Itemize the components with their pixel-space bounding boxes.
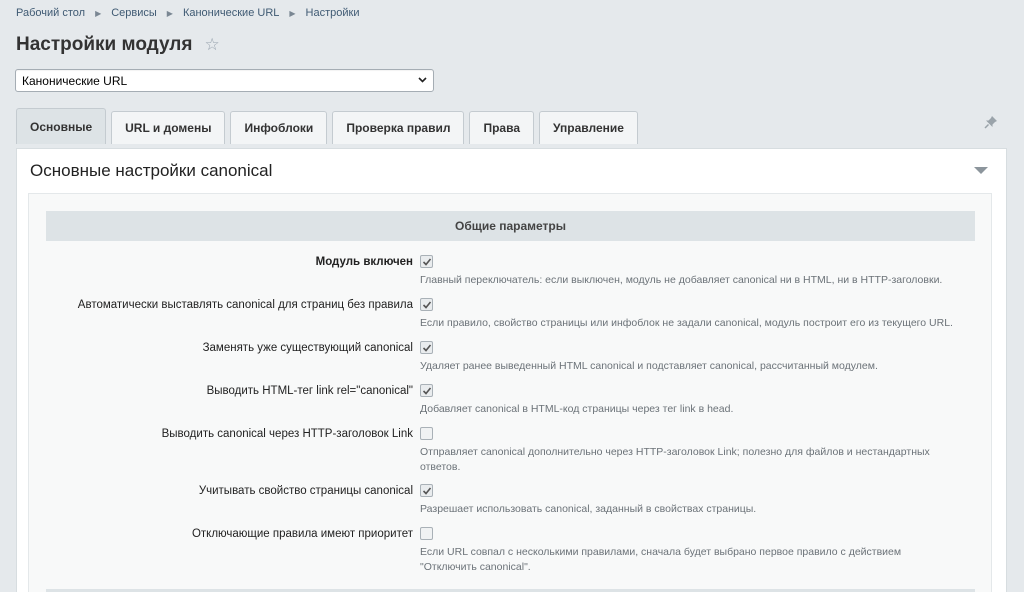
setting-hint: Главный переключатель: если выключен, мо…: [420, 274, 943, 286]
page-title-wrap: Настройки модуля ☆: [16, 34, 220, 56]
setting-hint: Добавляет canonical в HTML-код страницы …: [420, 403, 734, 415]
setting-label: Выводить HTML-тег link rel="canonical": [206, 385, 413, 397]
setting-label: Отключающие правила имеют приоритет: [191, 528, 413, 540]
checkmark-icon: [422, 343, 431, 352]
breadcrumb-separator-icon: ▶: [95, 8, 102, 18]
tab-rights[interactable]: Права: [469, 111, 534, 144]
setting-hint: Отправляет canonical дополнительно через…: [420, 446, 930, 473]
chevron-down-icon: [418, 75, 427, 86]
checkmark-icon: [422, 300, 431, 309]
setting-hint: Удаляет ранее выведенный HTML canonical …: [420, 360, 878, 372]
pin-icon[interactable]: [983, 114, 999, 130]
tab-rule-check[interactable]: Проверка правил: [332, 111, 465, 144]
page-title: Настройки модуля: [16, 34, 193, 55]
settings-section: Общие параметры Модуль включен Главный п…: [28, 193, 992, 592]
breadcrumb-settings[interactable]: Настройки: [306, 7, 360, 19]
breadcrumb-separator-icon: ▶: [166, 8, 173, 18]
setting-checkbox[interactable]: [420, 527, 433, 540]
setting-checkbox[interactable]: [420, 484, 433, 497]
tab-url-domains[interactable]: URL и домены: [111, 111, 226, 144]
checkmark-icon: [422, 386, 431, 395]
breadcrumb-separator-icon: ▶: [289, 8, 296, 18]
module-select[interactable]: Канонические URL: [15, 69, 434, 92]
module-select-value: Канонические URL: [22, 73, 128, 88]
setting-label: Автоматически выставлять canonical для с…: [77, 299, 413, 311]
breadcrumb-canonical-url[interactable]: Канонические URL: [183, 7, 279, 19]
checkmark-icon: [422, 486, 431, 495]
tab-management[interactable]: Управление: [539, 111, 638, 144]
tab-iblocks[interactable]: Инфоблоки: [230, 111, 328, 144]
setting-label: Заменять уже существующий canonical: [202, 342, 413, 354]
setting-hint: Если URL совпал с несколькими правилами,…: [420, 546, 902, 573]
breadcrumb-desktop[interactable]: Рабочий стол: [16, 7, 85, 19]
panel-title: Основные настройки canonical: [30, 161, 273, 180]
breadcrumb: Рабочий стол ▶ Сервисы ▶ Канонические UR…: [16, 7, 359, 19]
triangle-down-icon[interactable]: [974, 167, 988, 174]
section-header: Общие параметры: [46, 211, 975, 241]
setting-hint: Разрешает использовать canonical, заданн…: [420, 503, 757, 515]
setting-checkbox[interactable]: [420, 384, 433, 397]
tab-bar: Основные URL и домены Инфоблоки Проверка…: [16, 108, 643, 144]
setting-hint: Если правило, свойство страницы или инфо…: [420, 317, 953, 329]
breadcrumb-services[interactable]: Сервисы: [111, 7, 157, 19]
setting-label: Учитывать свойство страницы canonical: [198, 485, 413, 497]
setting-label: Выводить canonical через HTTP-заголовок …: [161, 428, 413, 440]
tab-main[interactable]: Основные: [16, 108, 107, 144]
settings-panel: Основные настройки canonical Общие парам…: [16, 148, 1007, 592]
setting-label: Модуль включен: [315, 256, 413, 268]
setting-checkbox[interactable]: [420, 341, 433, 354]
star-icon[interactable]: ☆: [204, 35, 219, 55]
setting-checkbox[interactable]: [420, 298, 433, 311]
checkmark-icon: [422, 257, 431, 266]
setting-checkbox[interactable]: [420, 427, 433, 440]
setting-checkbox[interactable]: [420, 255, 433, 268]
